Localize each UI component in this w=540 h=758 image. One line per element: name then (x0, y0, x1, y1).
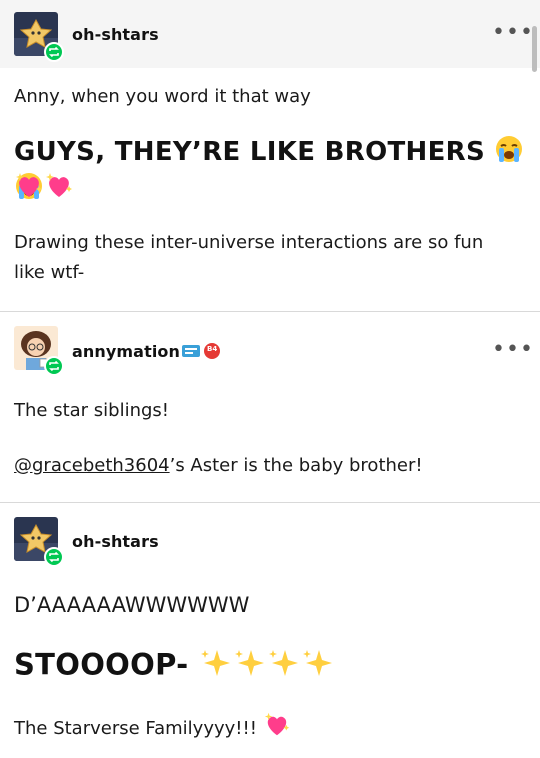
post-username[interactable]: oh-shtars (72, 532, 159, 551)
post-heading: STOOOOP- (14, 646, 335, 687)
avatar[interactable] (14, 326, 64, 376)
more-options-icon[interactable]: ••• (492, 339, 534, 361)
divider (0, 502, 540, 503)
post-text: Drawing these inter-universe interaction… (14, 232, 484, 283)
post-text-rest: ’s Aster is the baby brother! (169, 455, 423, 476)
reblog-icon (44, 547, 64, 567)
sparkling-heart-emoji (263, 710, 291, 748)
emoji-row (14, 170, 74, 204)
post-text: @gracebeth3604’s Aster is the baby broth… (14, 451, 524, 481)
sparkling-heart-emoji (14, 170, 44, 204)
post-username-text: annymation (72, 342, 180, 361)
post-username[interactable]: oh-shtars (72, 25, 159, 44)
post-text-content: The Starverse Familyyyy!!! (14, 718, 257, 739)
post-text: The star siblings! (14, 400, 170, 421)
badge-icon (182, 343, 220, 359)
post-heading-text: STOOOOP- (14, 647, 189, 682)
mention-link[interactable]: @gracebeth3604 (14, 455, 170, 476)
post-heading-text: GUYS, THEY’RE LIKE BROTHERS (14, 137, 485, 167)
sparkling-heart-emoji (44, 170, 74, 204)
user-badges: B4 (180, 340, 224, 362)
badge-text: B4 (207, 345, 218, 353)
post-heading: GUYS, THEY’RE LIKE BROTHERS (14, 134, 540, 208)
sparkles-emoji (301, 646, 335, 687)
avatar[interactable] (14, 12, 64, 62)
post-text: Anny, when you word it that way (14, 86, 311, 107)
sparkles-emoji (199, 646, 233, 687)
loudly-crying-face-emoji (494, 134, 524, 171)
post-text: D’AAAAAAWWWWWW (14, 593, 250, 617)
post-text: The Starverse Familyyyy!!! (14, 710, 524, 748)
sparkles-emoji (267, 646, 301, 687)
more-options-icon[interactable]: ••• (492, 22, 534, 44)
reblog-icon (44, 42, 64, 62)
sparkles-emoji (233, 646, 267, 687)
avatar[interactable] (14, 517, 64, 567)
divider (0, 311, 540, 312)
reblog-icon (44, 356, 64, 376)
post-username[interactable]: annymation (72, 342, 180, 361)
